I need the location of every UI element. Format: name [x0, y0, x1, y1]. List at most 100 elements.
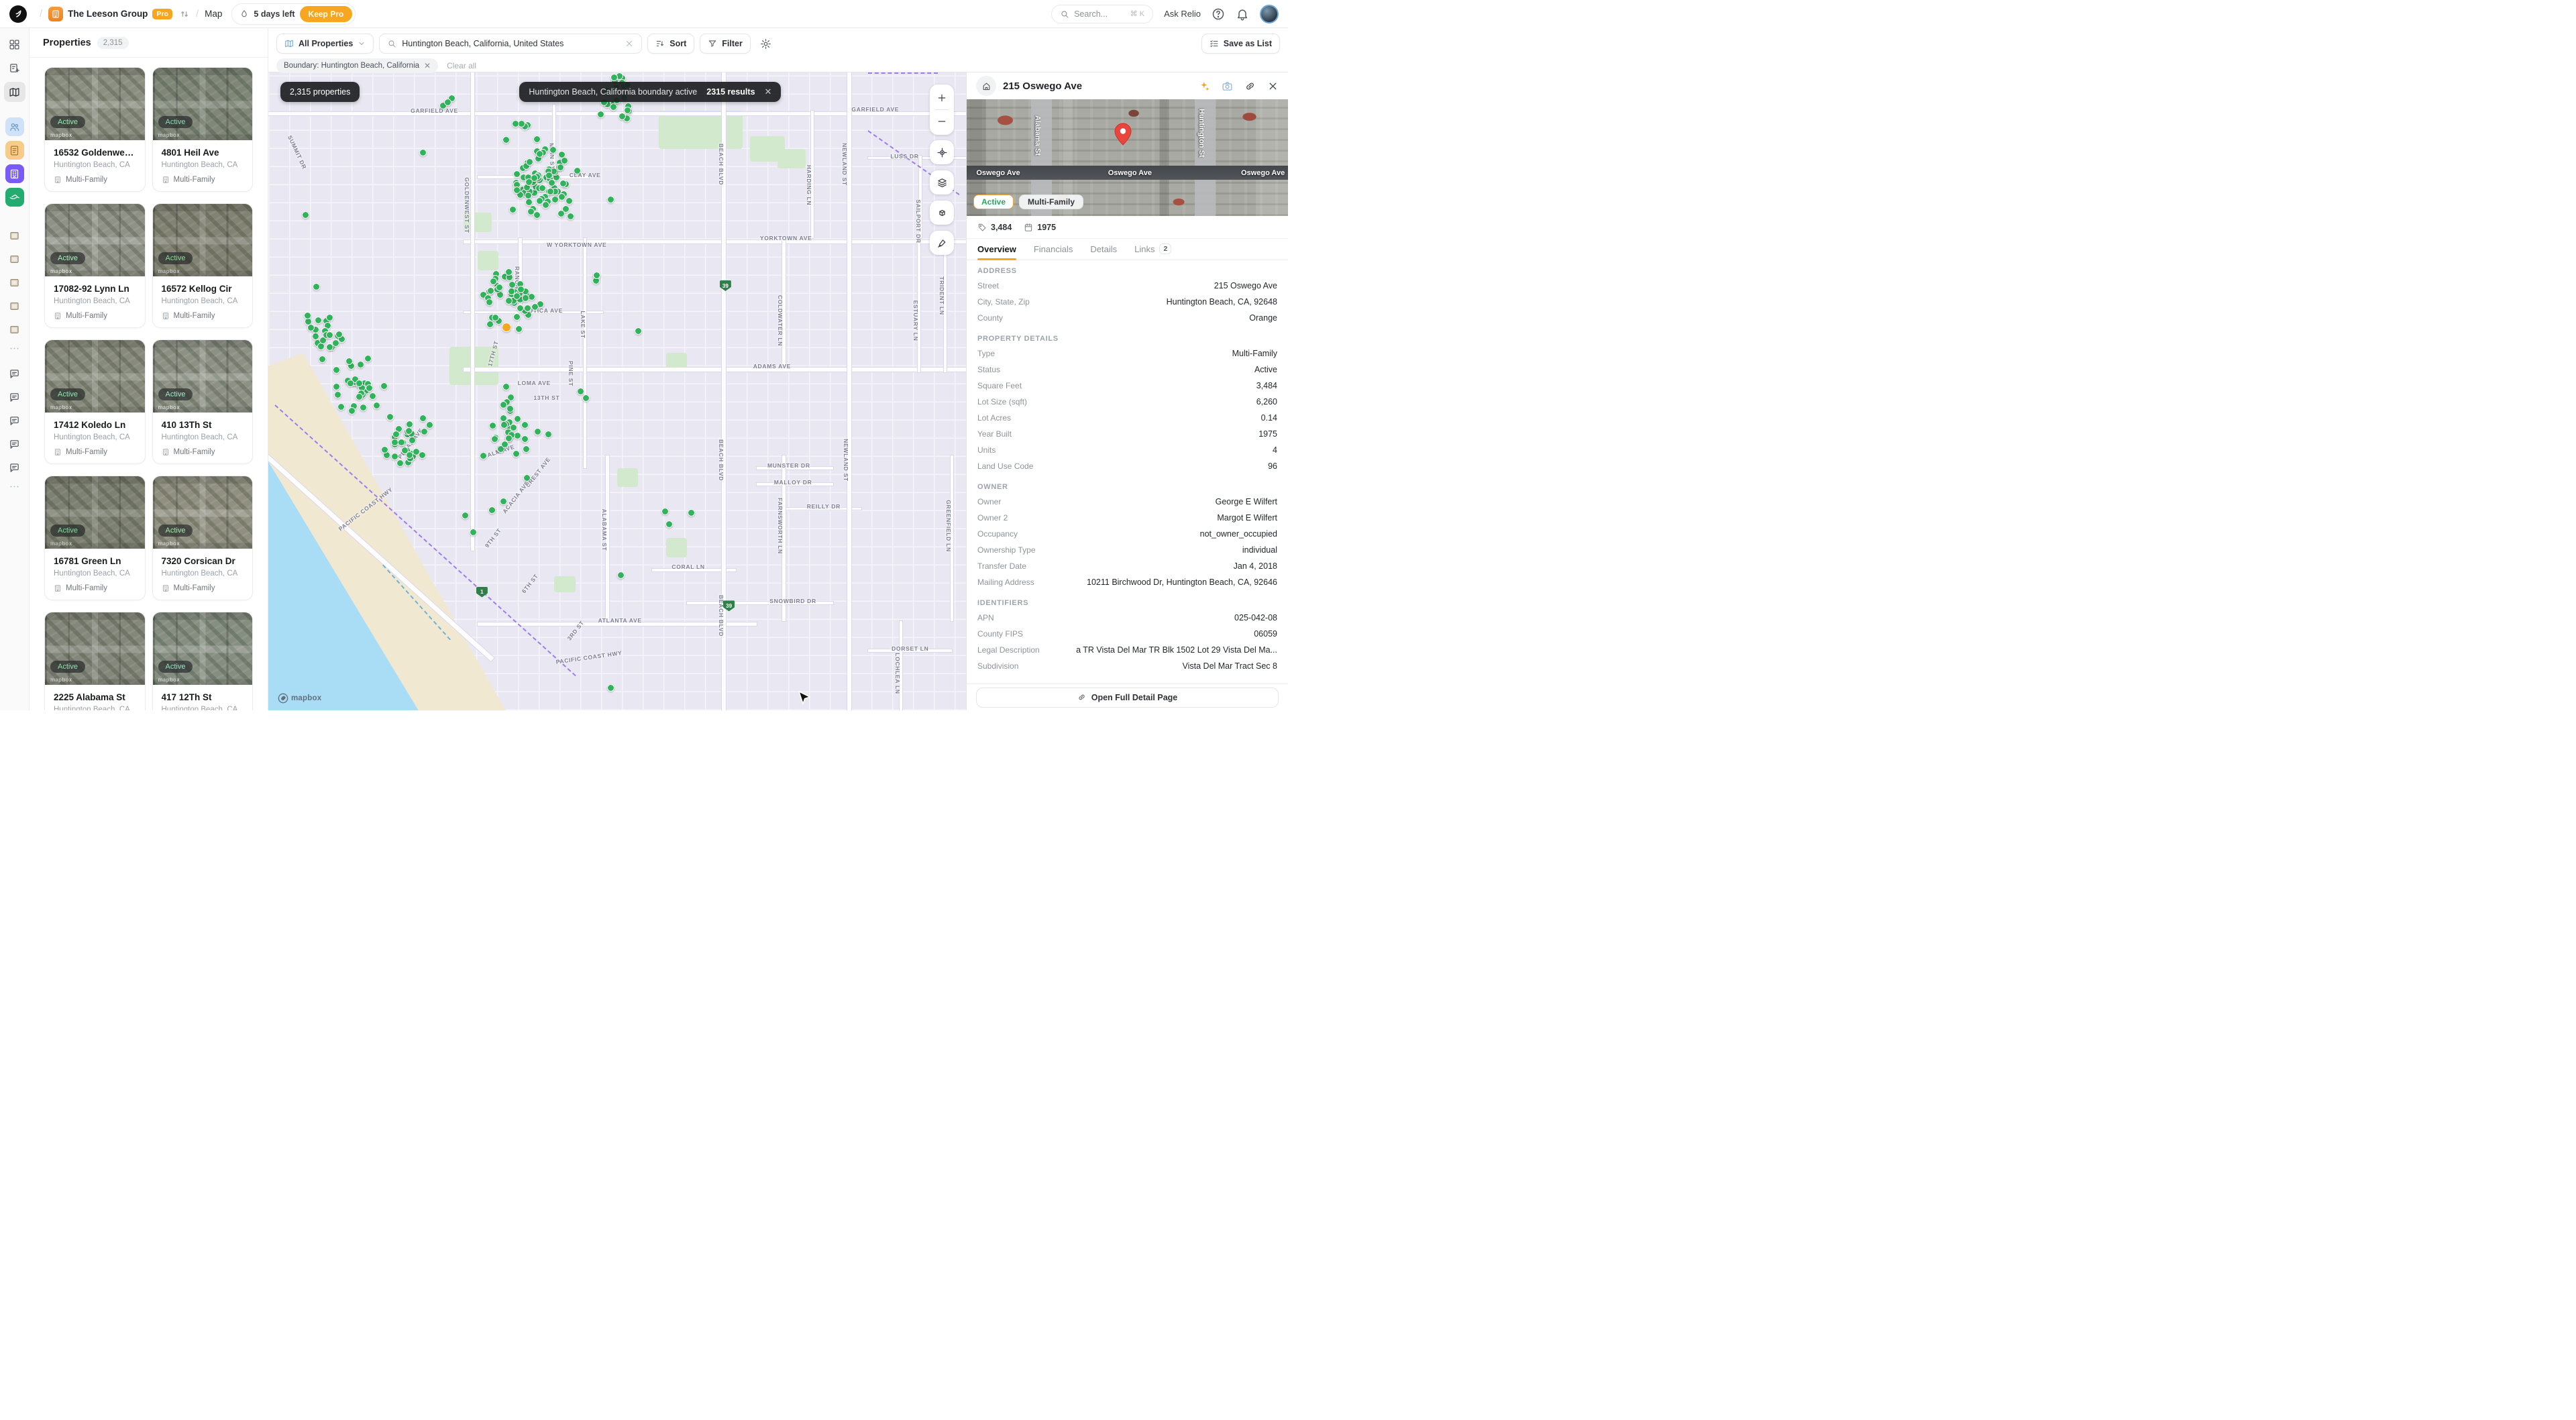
all-properties-dropdown[interactable]: All Properties — [276, 34, 374, 54]
property-dot[interactable] — [380, 382, 388, 390]
property-dot[interactable] — [419, 451, 426, 459]
property-dot[interactable] — [419, 415, 427, 422]
rail-item-saved-board-4[interactable] — [5, 296, 24, 315]
tab-links[interactable]: Links2 — [1134, 243, 1171, 260]
rail-item-saved-board-2[interactable] — [5, 250, 24, 268]
3d-view-button[interactable] — [930, 201, 954, 225]
property-dot[interactable] — [528, 293, 535, 301]
property-dot[interactable] — [315, 317, 322, 324]
clear-search-icon[interactable] — [625, 39, 634, 48]
property-dot[interactable] — [500, 401, 507, 408]
layers-button[interactable] — [930, 170, 954, 195]
property-card[interactable]: Activemapbox16781 Green LnHuntington Bea… — [44, 476, 146, 600]
property-dot[interactable] — [396, 459, 404, 467]
tab-financials[interactable]: Financials — [1034, 244, 1073, 260]
selected-property-dot[interactable] — [502, 323, 511, 332]
property-dot[interactable] — [545, 172, 553, 179]
close-panel-icon[interactable] — [1267, 80, 1279, 92]
property-dot[interactable] — [542, 201, 549, 209]
property-dot[interactable] — [347, 380, 354, 387]
property-dot[interactable] — [366, 384, 373, 392]
property-dot[interactable] — [326, 331, 333, 339]
property-dot[interactable] — [470, 529, 477, 536]
property-dot[interactable] — [302, 211, 309, 219]
rail-item-chat-1[interactable] — [5, 364, 24, 383]
property-dot[interactable] — [539, 184, 546, 192]
property-dot[interactable] — [577, 388, 584, 395]
property-dot[interactable] — [409, 437, 416, 444]
boundary-filter-chip[interactable]: Boundary: Huntington Beach, California ✕ — [276, 58, 438, 73]
property-dot[interactable] — [566, 197, 573, 205]
property-dot[interactable] — [597, 111, 604, 118]
property-dot[interactable] — [521, 435, 529, 443]
property-dot[interactable] — [364, 355, 372, 362]
property-card[interactable]: Activemapbox17412 Koledo LnHuntington Be… — [44, 339, 146, 464]
property-dot[interactable] — [333, 383, 340, 390]
org-switcher-icon[interactable] — [179, 9, 190, 19]
rail-item-new-note[interactable] — [5, 58, 24, 77]
rail-item-deals[interactable] — [5, 188, 24, 207]
property-dot[interactable] — [486, 321, 494, 328]
property-dot[interactable] — [426, 421, 433, 429]
property-dot[interactable] — [337, 403, 345, 411]
zoom-in-button[interactable] — [932, 88, 952, 108]
property-dot[interactable] — [512, 120, 519, 127]
relio-logo-icon[interactable] — [9, 5, 27, 23]
property-dot[interactable] — [513, 450, 520, 457]
copy-link-icon[interactable] — [1244, 80, 1256, 92]
property-dot[interactable] — [392, 431, 400, 438]
property-dot[interactable] — [391, 453, 398, 460]
property-card[interactable]: Activemapbox2225 Alabama StHuntington Be… — [44, 612, 146, 710]
locate-button[interactable] — [930, 140, 954, 164]
property-dot[interactable] — [521, 421, 529, 429]
property-dot[interactable] — [549, 146, 557, 154]
draw-button[interactable] — [930, 231, 954, 255]
sort-button[interactable]: Sort — [647, 34, 694, 54]
property-dot[interactable] — [326, 314, 333, 321]
property-dot[interactable] — [488, 506, 496, 514]
property-dot[interactable] — [661, 508, 669, 515]
property-dot[interactable] — [312, 333, 319, 340]
property-dot[interactable] — [557, 164, 564, 171]
property-dot[interactable] — [531, 174, 538, 182]
property-dot[interactable] — [619, 113, 626, 120]
rail-item-chat-3[interactable] — [5, 411, 24, 430]
property-dot[interactable] — [515, 325, 523, 333]
remove-boundary-icon[interactable]: ✕ — [424, 61, 431, 70]
property-dot[interactable] — [332, 339, 339, 347]
tab-overview[interactable]: Overview — [977, 244, 1016, 260]
property-dot[interactable] — [513, 313, 521, 321]
open-full-detail-button[interactable]: Open Full Detail Page — [976, 688, 1279, 708]
property-dot[interactable] — [487, 287, 494, 294]
property-dot[interactable] — [610, 74, 618, 81]
filter-button[interactable]: Filter — [700, 34, 751, 54]
property-dot[interactable] — [373, 402, 380, 409]
property-dot[interactable] — [334, 391, 341, 398]
property-dot[interactable] — [561, 157, 568, 164]
property-dot[interactable] — [405, 427, 413, 435]
property-dot[interactable] — [624, 107, 631, 114]
rail-item-dashboard[interactable] — [5, 35, 24, 54]
property-dot[interactable] — [462, 512, 469, 519]
property-dot[interactable] — [607, 196, 614, 203]
property-card[interactable]: Activemapbox7320 Corsican DrHuntington B… — [152, 476, 254, 600]
property-card[interactable]: Activemapbox16532 Goldenwest StHuntingto… — [44, 67, 146, 192]
rail-item-contacts[interactable] — [5, 117, 24, 136]
global-search-input[interactable]: Search... ⌘ K — [1051, 5, 1153, 23]
property-dot[interactable] — [548, 179, 555, 186]
property-dot[interactable] — [500, 415, 507, 422]
property-dot[interactable] — [357, 361, 364, 368]
property-dot[interactable] — [486, 298, 493, 306]
property-dot[interactable] — [348, 407, 356, 415]
rail-item-saved-board-1[interactable] — [5, 226, 24, 245]
org-name[interactable]: The Leeson Group — [68, 9, 148, 19]
property-dot[interactable] — [509, 206, 517, 213]
rail-item-companies[interactable] — [5, 164, 24, 183]
property-dot[interactable] — [505, 268, 513, 276]
property-dot[interactable] — [369, 392, 376, 400]
property-dot[interactable] — [523, 445, 530, 453]
property-satellite-image[interactable]: Alabama St Huntington St Oswego Ave Oswe… — [967, 99, 1288, 216]
property-dot[interactable] — [567, 213, 574, 220]
property-dot[interactable] — [304, 312, 311, 319]
property-dot[interactable] — [559, 180, 567, 187]
